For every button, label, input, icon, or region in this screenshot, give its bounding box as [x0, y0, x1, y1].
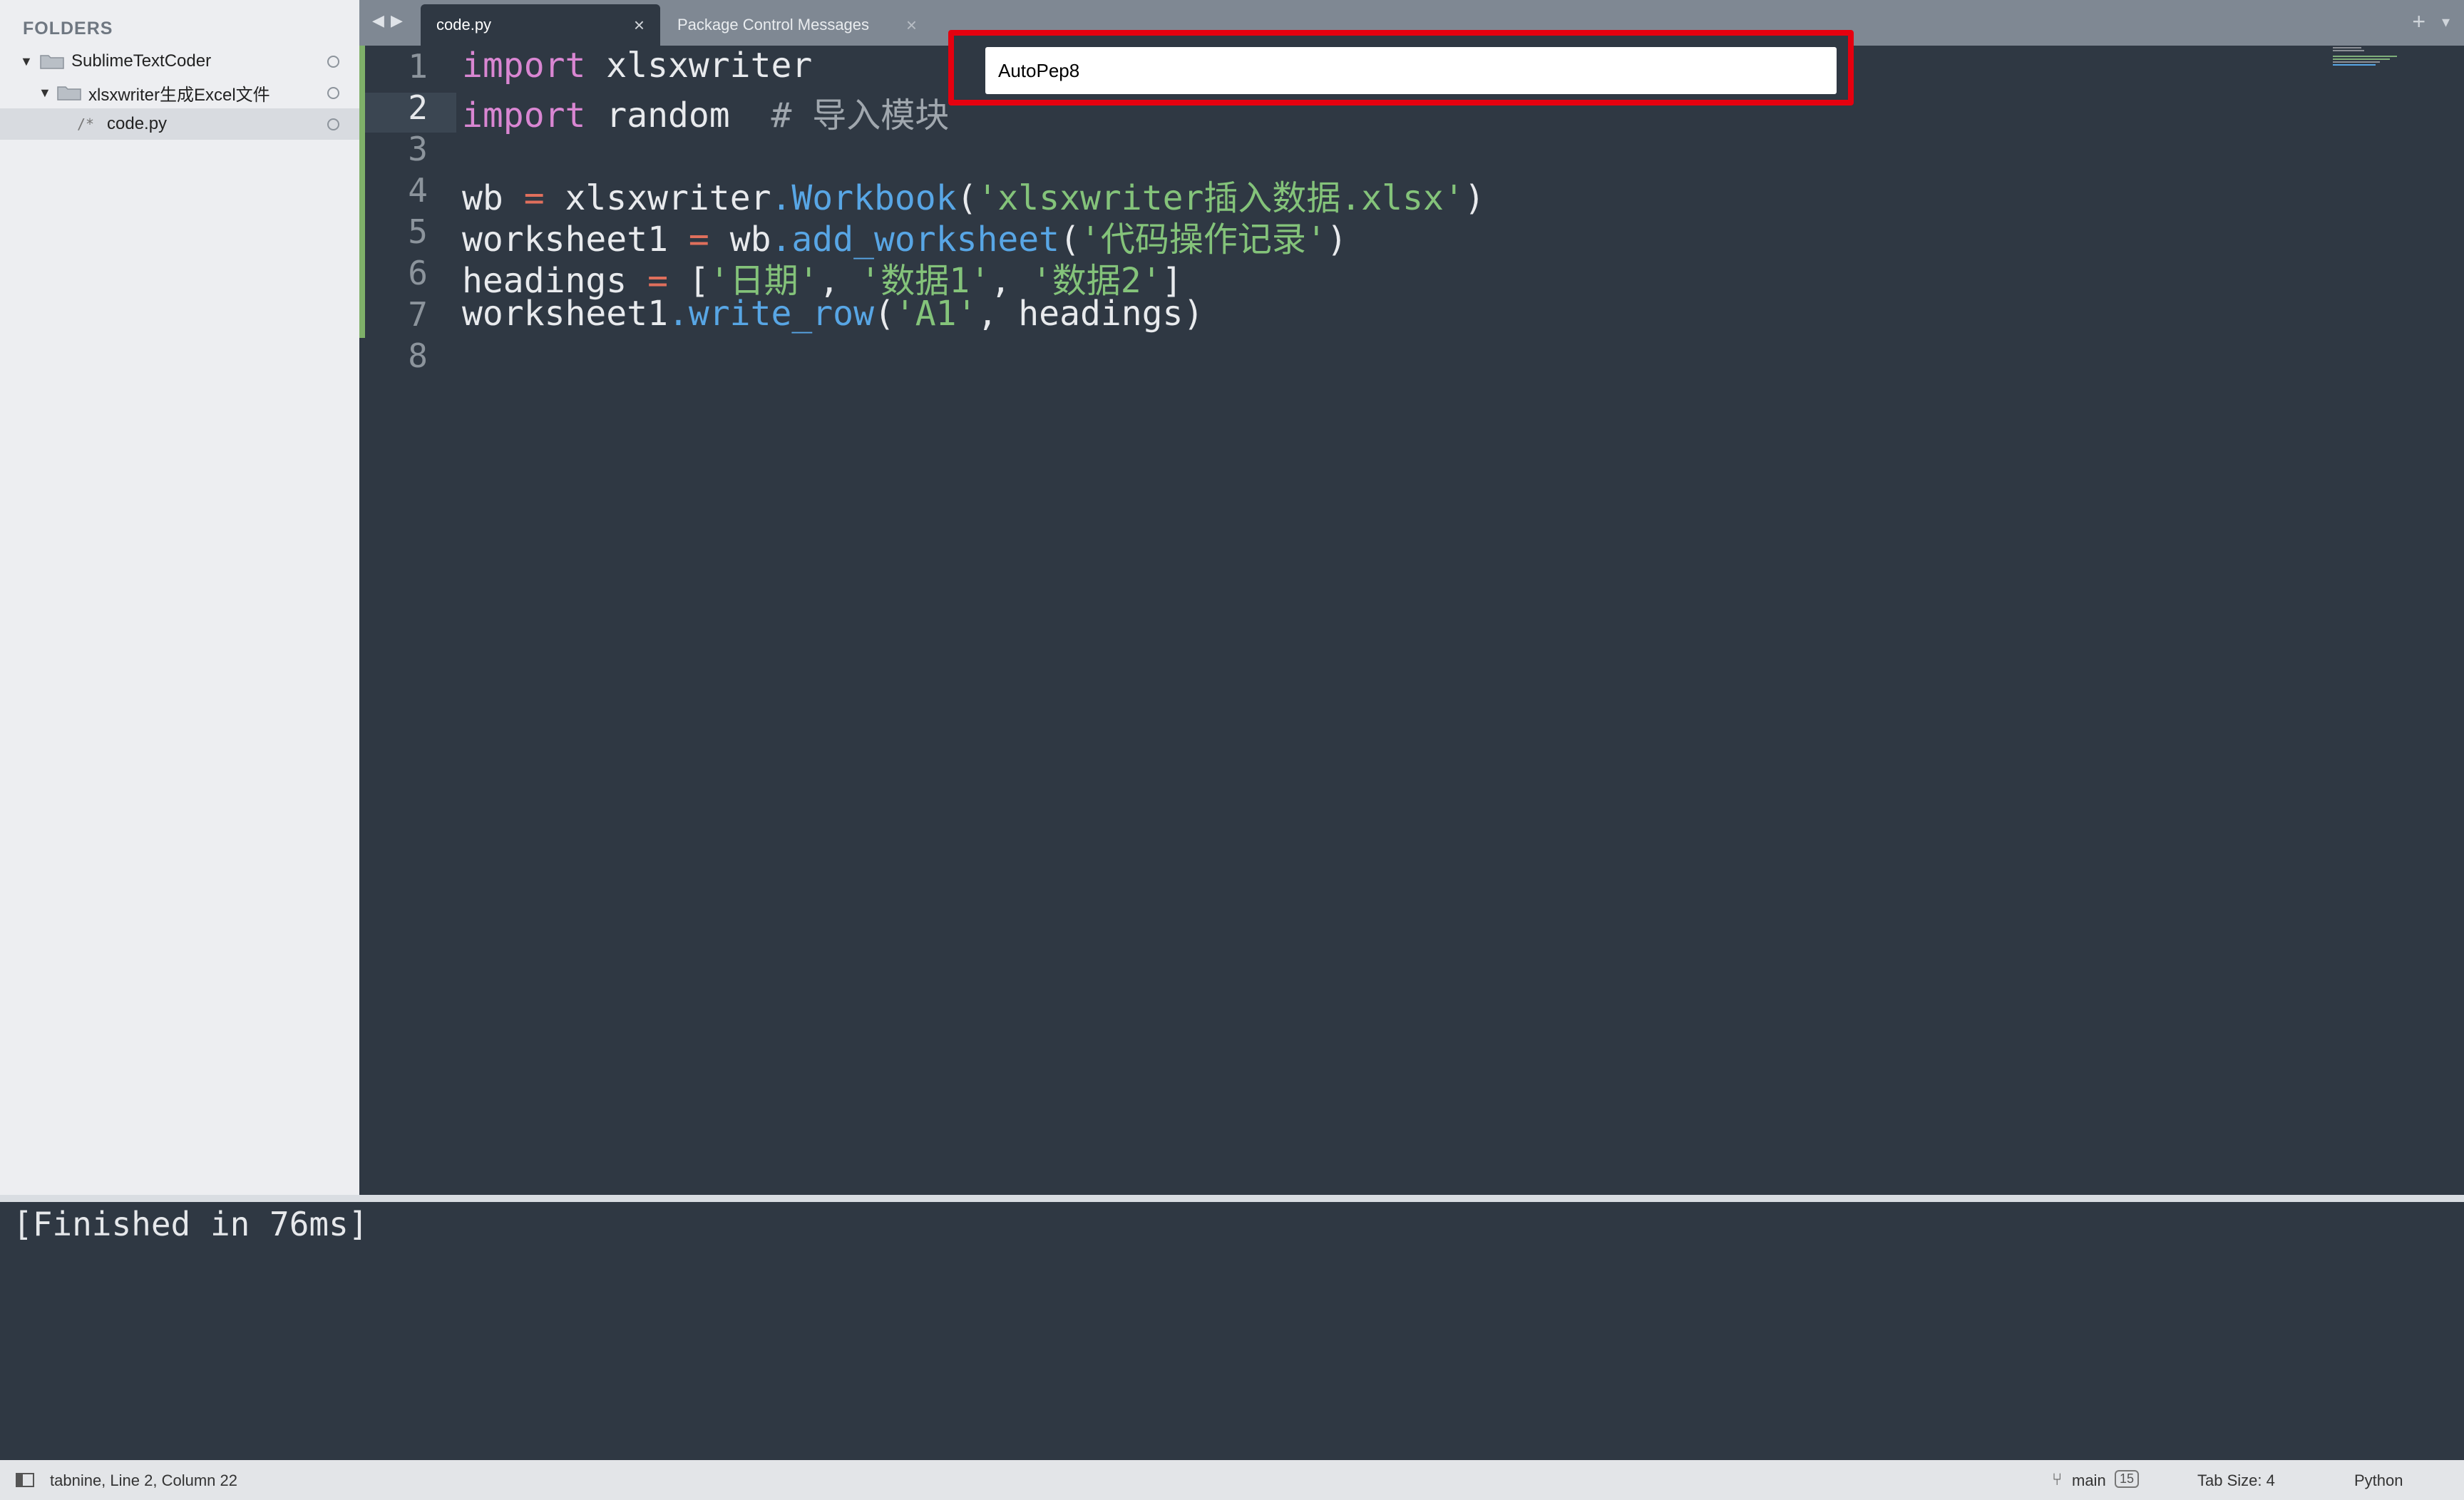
code-line[interactable]: import random # 导入模块: [462, 87, 949, 137]
minimap[interactable]: [2333, 47, 2411, 71]
tab-dropdown-icon[interactable]: ▾: [2442, 13, 2450, 31]
syntax-indicator[interactable]: Python: [2354, 1471, 2403, 1490]
close-tab-icon[interactable]: ×: [906, 14, 917, 36]
command-palette-input[interactable]: [985, 47, 1837, 94]
tab-package-control-messages[interactable]: Package Control Messages ×: [662, 4, 933, 46]
line-number: 2: [408, 88, 428, 127]
code-line[interactable]: import xlsxwriter: [462, 46, 812, 86]
status-circle-icon: [327, 55, 339, 68]
sidebar-item-code-py[interactable]: /* code.py: [0, 108, 359, 140]
new-tab-icon[interactable]: +: [2412, 9, 2426, 35]
build-output-text: [Finished in 76ms]: [13, 1205, 369, 1243]
sidebar-item-sublimetextcoder[interactable]: ▼ SublimeTextCoder: [0, 46, 359, 77]
status-position[interactable]: tabnine, Line 2, Column 22: [50, 1471, 237, 1490]
sidebar-item-label: xlsxwriter生成Excel文件: [88, 85, 270, 105]
nav-back-icon[interactable]: ◀: [372, 11, 384, 30]
line-number: 4: [408, 171, 428, 210]
line-number: 1: [408, 47, 428, 86]
tab-code-py[interactable]: code.py ×: [421, 4, 660, 46]
line-number: 8: [408, 337, 428, 375]
status-circle-icon: [327, 118, 339, 130]
code-line[interactable]: worksheet1.write_row('A1', headings): [462, 294, 1203, 334]
sidebar-item-label: code.py: [107, 114, 168, 133]
sidebar-item-xlsxwriter-folder[interactable]: ▼ xlsxwriter生成Excel文件: [0, 77, 359, 108]
file-code-icon: /*: [77, 115, 95, 133]
nav-forward-icon[interactable]: ▶: [391, 11, 403, 30]
status-circle-icon: [327, 86, 339, 99]
output-panel: [4, 1202, 2460, 1460]
line-number: 7: [408, 295, 428, 334]
git-branch[interactable]: main: [2072, 1471, 2106, 1490]
line-number: 3: [408, 130, 428, 168]
folder-icon: [40, 53, 64, 69]
tab-label: code.py: [436, 16, 492, 34]
expand-triangle-icon[interactable]: ▼: [38, 86, 51, 101]
status-bar: tabnine, Line 2, Column 22 ⑂ main 15 Tab…: [0, 1460, 2464, 1500]
sidebar: FOLDERS ▼ SublimeTextCoder ▼ xlsxwriter生…: [0, 0, 359, 1195]
line-number: 5: [408, 212, 428, 251]
folders-header: FOLDERS: [23, 19, 113, 38]
tab-size-indicator[interactable]: Tab Size: 4: [2197, 1471, 2275, 1490]
expand-triangle-icon[interactable]: ▼: [20, 54, 33, 69]
sidebar-item-label: SublimeTextCoder: [71, 51, 212, 71]
tab-label: Package Control Messages: [677, 16, 870, 34]
folder-icon: [57, 85, 81, 101]
sidebar-toggle-icon[interactable]: [16, 1473, 34, 1487]
close-tab-icon[interactable]: ×: [634, 14, 645, 36]
panel-divider[interactable]: [0, 1195, 2464, 1202]
git-modified-gutter: [359, 46, 365, 338]
git-branch-icon: ⑂: [2052, 1470, 2063, 1489]
git-changes-badge[interactable]: 15: [2115, 1470, 2140, 1488]
line-number: 6: [408, 254, 428, 292]
